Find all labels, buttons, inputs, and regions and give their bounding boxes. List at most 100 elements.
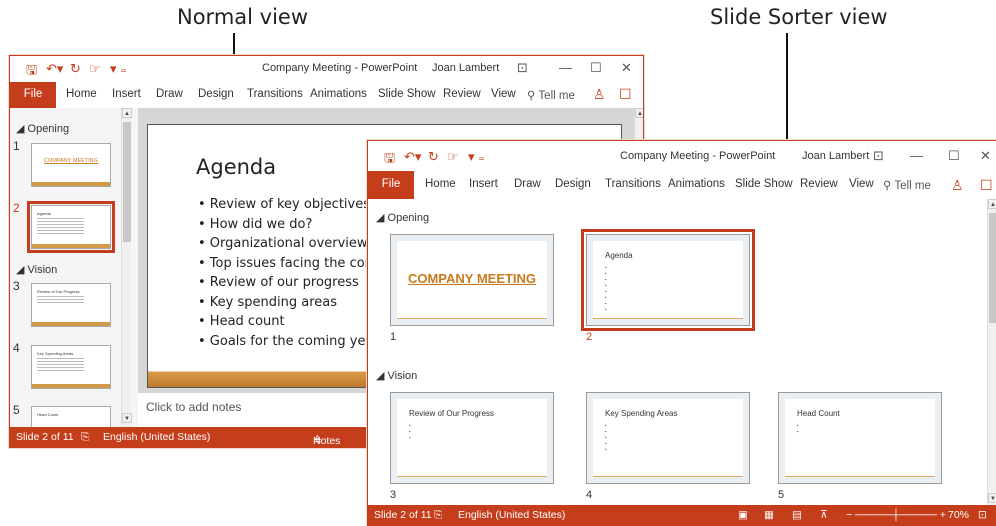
sorter-area: ◢ Opening COMPANY MEETING 1 Agenda • • • • •… xyxy=(368,199,996,507)
thumbnail-slide-3[interactable]: Review of Our Progress xyxy=(31,283,111,327)
ribbon-display-icon[interactable]: ⊡ xyxy=(873,148,884,164)
tab-home[interactable]: Home xyxy=(425,178,456,190)
section-vision-label: Vision xyxy=(27,264,58,276)
thumb-lines xyxy=(37,296,84,305)
tab-draw[interactable]: Draw xyxy=(156,88,183,100)
slide-sorter-window: 🖫 ↶▾ ↻ ☞ ▾ ₌ Company Meeting - PowerPoin… xyxy=(367,140,996,526)
slide-title[interactable]: Agenda xyxy=(196,155,276,179)
tab-animations[interactable]: Animations xyxy=(310,88,367,100)
tab-review[interactable]: Review xyxy=(443,88,481,100)
ribbon-tabs: File Home Insert Draw Design Transitions… xyxy=(10,82,643,108)
scrollbar-thumb[interactable] xyxy=(123,122,131,242)
scroll-down-arrow-icon[interactable]: ▼ xyxy=(988,493,996,503)
status-slide-count: Slide 2 of 11 xyxy=(374,509,432,521)
status-language[interactable]: English (United States) xyxy=(103,431,210,443)
thumb-title-4: Key Spending Areas xyxy=(37,351,74,356)
tab-home[interactable]: Home xyxy=(66,88,97,100)
sorter-scrollbar[interactable]: ▲ ▼ xyxy=(987,199,996,507)
title-bar: 🖫 ↶▾ ↻ ☞ ▾ ₌ Company Meeting - PowerPoin… xyxy=(10,56,643,82)
tab-transitions[interactable]: Transitions xyxy=(605,178,661,190)
tab-design[interactable]: Design xyxy=(198,88,234,100)
comments-icon[interactable]: ☐ xyxy=(980,177,993,194)
sorter-slide-title: Key Spending Areas xyxy=(605,409,678,418)
tab-file[interactable]: File xyxy=(10,82,56,108)
scrollbar-thumb[interactable] xyxy=(989,213,996,323)
thumb-title-1: COMPANY MEETING xyxy=(44,158,98,164)
customize-qat-icon[interactable]: ▾ ₌ xyxy=(110,61,127,77)
slide-sorter-icon[interactable]: ▦ xyxy=(764,509,774,521)
tab-design[interactable]: Design xyxy=(555,178,591,190)
section-vision[interactable]: ◢ Vision xyxy=(376,369,417,382)
redo-icon[interactable]: ↻ xyxy=(428,149,439,165)
undo-icon[interactable]: ↶▾ xyxy=(46,61,63,77)
tab-insert[interactable]: Insert xyxy=(112,88,141,100)
caption-normal-view: Normal view xyxy=(177,5,309,29)
section-opening[interactable]: ◢ Opening xyxy=(376,211,429,224)
normal-view-icon[interactable]: ▣ xyxy=(738,509,748,521)
minimize-icon[interactable]: — xyxy=(910,148,923,163)
save-icon[interactable]: 🖫 xyxy=(384,149,395,171)
sorter-slide-4[interactable]: Key Spending Areas • • • • • xyxy=(586,392,750,484)
thumbnail-scrollbar[interactable]: ▲ ▼ xyxy=(121,108,132,427)
fit-to-window-icon[interactable]: ⊡ xyxy=(978,509,987,521)
share-icon[interactable]: ♙ xyxy=(593,86,606,103)
minimize-icon[interactable]: — xyxy=(559,60,572,75)
tab-insert[interactable]: Insert xyxy=(469,178,498,190)
thumbnail-slide-4[interactable]: Key Spending Areas xyxy=(31,345,111,389)
touch-mode-icon[interactable]: ☞ xyxy=(447,149,459,165)
thumb-title-3: Review of Our Progress xyxy=(37,289,80,294)
lightbulb-icon: ⚲ xyxy=(883,180,895,192)
sorter-slide-2[interactable]: Agenda • • • • • • • • xyxy=(581,229,755,331)
sorter-slide-title: Head Count xyxy=(797,409,840,418)
scroll-down-arrow-icon[interactable]: ▼ xyxy=(122,413,132,423)
section-opening-label: Opening xyxy=(387,212,430,224)
tab-transitions[interactable]: Transitions xyxy=(247,88,303,100)
comments-icon[interactable]: ☐ xyxy=(619,86,632,103)
close-icon[interactable]: ✕ xyxy=(621,60,632,76)
sorter-slide-bullets: • • • • • • • • xyxy=(605,265,607,312)
sorter-slide-1[interactable]: COMPANY MEETING xyxy=(390,234,554,326)
tab-review[interactable]: Review xyxy=(800,178,838,190)
tab-draw[interactable]: Draw xyxy=(514,178,541,190)
reading-view-icon[interactable]: ▤ xyxy=(792,509,802,521)
status-language[interactable]: English (United States) xyxy=(458,509,565,521)
thumb-title-2: Agenda xyxy=(37,211,51,216)
tell-me-search[interactable]: ⚲ Tell me xyxy=(883,178,931,192)
sorter-slide-5[interactable]: Head Count • • xyxy=(778,392,942,484)
tab-file[interactable]: File xyxy=(368,171,414,199)
slide-show-icon[interactable]: ⊼ xyxy=(820,509,828,521)
spellcheck-icon[interactable]: ⎘ xyxy=(434,509,442,522)
redo-icon[interactable]: ↻ xyxy=(70,61,81,77)
section-vision[interactable]: ◢ Vision xyxy=(16,263,57,276)
maximize-icon[interactable]: ☐ xyxy=(948,148,960,164)
maximize-icon[interactable]: ☐ xyxy=(590,60,602,76)
close-icon[interactable]: ✕ xyxy=(980,148,991,164)
undo-icon[interactable]: ↶▾ xyxy=(404,149,421,165)
thumb-title-5: Head Count xyxy=(37,412,59,417)
spellcheck-icon[interactable]: ⎘ xyxy=(81,431,89,444)
scroll-up-arrow-icon[interactable]: ▲ xyxy=(988,199,996,209)
zoom-slider[interactable]: − ─────┼───── + xyxy=(846,509,946,521)
tab-view[interactable]: View xyxy=(849,178,874,190)
tell-me-search[interactable]: ⚲ Tell me xyxy=(527,88,575,102)
thumbnail-slide-1[interactable]: COMPANY MEETING xyxy=(31,143,111,187)
tab-animations[interactable]: Animations xyxy=(668,178,725,190)
ribbon-display-icon[interactable]: ⊡ xyxy=(517,60,528,76)
customize-qat-icon[interactable]: ▾ ₌ xyxy=(468,149,485,165)
save-icon[interactable]: 🖫 xyxy=(26,61,37,83)
share-icon[interactable]: ♙ xyxy=(951,177,964,194)
scroll-up-arrow-icon[interactable]: ▲ xyxy=(635,108,643,118)
thumbnail-slide-2[interactable]: Agenda xyxy=(27,201,115,253)
scroll-up-arrow-icon[interactable]: ▲ xyxy=(122,108,132,118)
window-title: Company Meeting - PowerPoint xyxy=(620,150,776,162)
zoom-level[interactable]: 70% xyxy=(948,509,969,521)
user-name[interactable]: Joan Lambert xyxy=(802,150,869,162)
sorter-slide-3[interactable]: Review of Our Progress • • • xyxy=(390,392,554,484)
tab-slide-show[interactable]: Slide Show xyxy=(378,88,436,100)
tab-view[interactable]: View xyxy=(491,88,516,100)
user-name[interactable]: Joan Lambert xyxy=(432,62,499,74)
notes-placeholder[interactable]: Click to add notes xyxy=(146,400,241,414)
section-opening[interactable]: ◢ Opening xyxy=(16,122,69,135)
touch-mode-icon[interactable]: ☞ xyxy=(89,61,101,77)
tab-slide-show[interactable]: Slide Show xyxy=(735,178,793,190)
